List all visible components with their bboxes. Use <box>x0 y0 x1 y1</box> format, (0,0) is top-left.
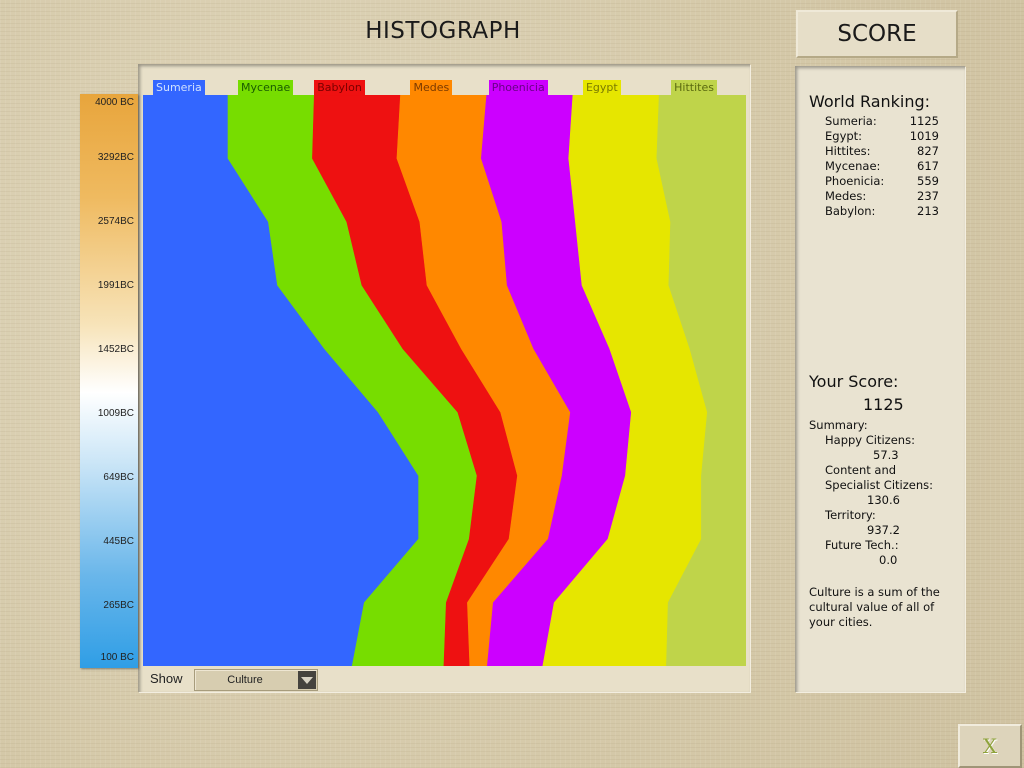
show-dropdown-value: Culture <box>227 674 263 686</box>
ranking-civ-score: 1125 <box>909 114 939 128</box>
ranking-civ-name: Babylon: <box>825 204 876 218</box>
culture-histograph-chart <box>143 95 746 666</box>
histograph-title-bar: HISTOGRAPH <box>140 6 746 56</box>
score-tab-label: SCORE <box>837 21 917 47</box>
timeline-tick: 1452BC <box>97 344 134 355</box>
page-title: HISTOGRAPH <box>365 18 521 44</box>
culture-note-line: cultural value of all of <box>809 600 935 614</box>
ranking-row: Medes: 237 <box>825 189 939 204</box>
ranking-civ-score: 237 <box>917 189 939 203</box>
timeline-bar <box>80 94 138 668</box>
ranking-row: Phoenicia: 559 <box>825 174 939 189</box>
score-tab[interactable]: SCORE <box>796 10 958 58</box>
timeline-tick: 265BC <box>103 600 134 611</box>
culture-note: Culture is a sum of the cultural value o… <box>809 585 959 630</box>
content-citizens-label-1: Content and <box>825 463 897 477</box>
ranking-row: Egypt: 1019 <box>825 129 939 144</box>
close-button[interactable]: X <box>958 724 1022 768</box>
ranking-civ-score: 827 <box>917 144 939 158</box>
timeline-tick: 1009BC <box>97 408 134 419</box>
summary-label: Summary: <box>809 418 868 432</box>
timeline-tick: 445BC <box>103 536 134 547</box>
your-score-title: Your Score: <box>809 372 899 391</box>
legend-label-medes: Medes <box>410 80 453 95</box>
culture-note-line: your cities. <box>809 615 873 629</box>
ranking-civ-score: 213 <box>917 204 939 218</box>
ranking-civ-name: Sumeria: <box>825 114 877 128</box>
happy-citizens-value: 57.3 <box>873 448 899 462</box>
ranking-civ-name: Hittites: <box>825 144 871 158</box>
ranking-row: Hittites: 827 <box>825 144 939 159</box>
timeline-tick: 649BC <box>103 472 134 483</box>
territory-value: 937.2 <box>867 523 900 537</box>
timeline-tick: 2574BC <box>97 216 134 227</box>
ranking-civ-name: Egypt: <box>825 129 863 143</box>
territory-label: Territory: <box>825 508 876 522</box>
world-ranking-title: World Ranking: <box>809 92 931 111</box>
legend-label-phoenicia: Phoenicia <box>488 80 548 95</box>
your-score-value: 1125 <box>863 395 904 414</box>
future-tech-value: 0.0 <box>879 553 898 567</box>
timeline-tick: 1991BC <box>97 280 134 291</box>
ranking-row: Mycenae: 617 <box>825 159 939 174</box>
ranking-civ-name: Mycenae: <box>825 159 881 173</box>
timeline-tick: 100 BC <box>100 652 134 663</box>
content-citizens-value: 130.6 <box>867 493 900 507</box>
ranking-row: Sumeria: 1125 <box>825 114 939 129</box>
show-label: Show <box>150 671 183 686</box>
show-dropdown[interactable]: Culture <box>194 669 318 691</box>
ranking-row: Babylon: 213 <box>825 204 939 219</box>
ranking-civ-name: Phoenicia: <box>825 174 885 188</box>
happy-citizens-label: Happy Citizens: <box>825 433 915 447</box>
ranking-civ-score: 1019 <box>909 129 939 143</box>
legend-label-egypt: Egypt <box>582 80 621 95</box>
timeline-tick: 4000 BC <box>95 97 134 108</box>
content-citizens-label-2: Specialist Citizens: <box>825 478 933 492</box>
score-panel: World Ranking: Sumeria: 1125 Egypt: 1019… <box>795 66 965 692</box>
culture-note-line: Culture is a sum of the <box>809 585 940 599</box>
ranking-civ-score: 559 <box>917 174 939 188</box>
legend-label-babylon: Babylon <box>314 80 365 95</box>
legend-label-hittites: Hittites <box>671 80 717 95</box>
future-tech-label: Future Tech.: <box>825 538 899 552</box>
ranking-civ-name: Medes: <box>825 189 867 203</box>
close-icon: X <box>982 734 998 758</box>
chevron-down-icon[interactable] <box>298 671 316 689</box>
legend-label-mycenae: Mycenae <box>238 80 294 95</box>
timeline-tick: 3292BC <box>97 152 134 163</box>
ranking-civ-score: 617 <box>917 159 939 173</box>
legend-label-sumeria: Sumeria <box>153 80 205 95</box>
